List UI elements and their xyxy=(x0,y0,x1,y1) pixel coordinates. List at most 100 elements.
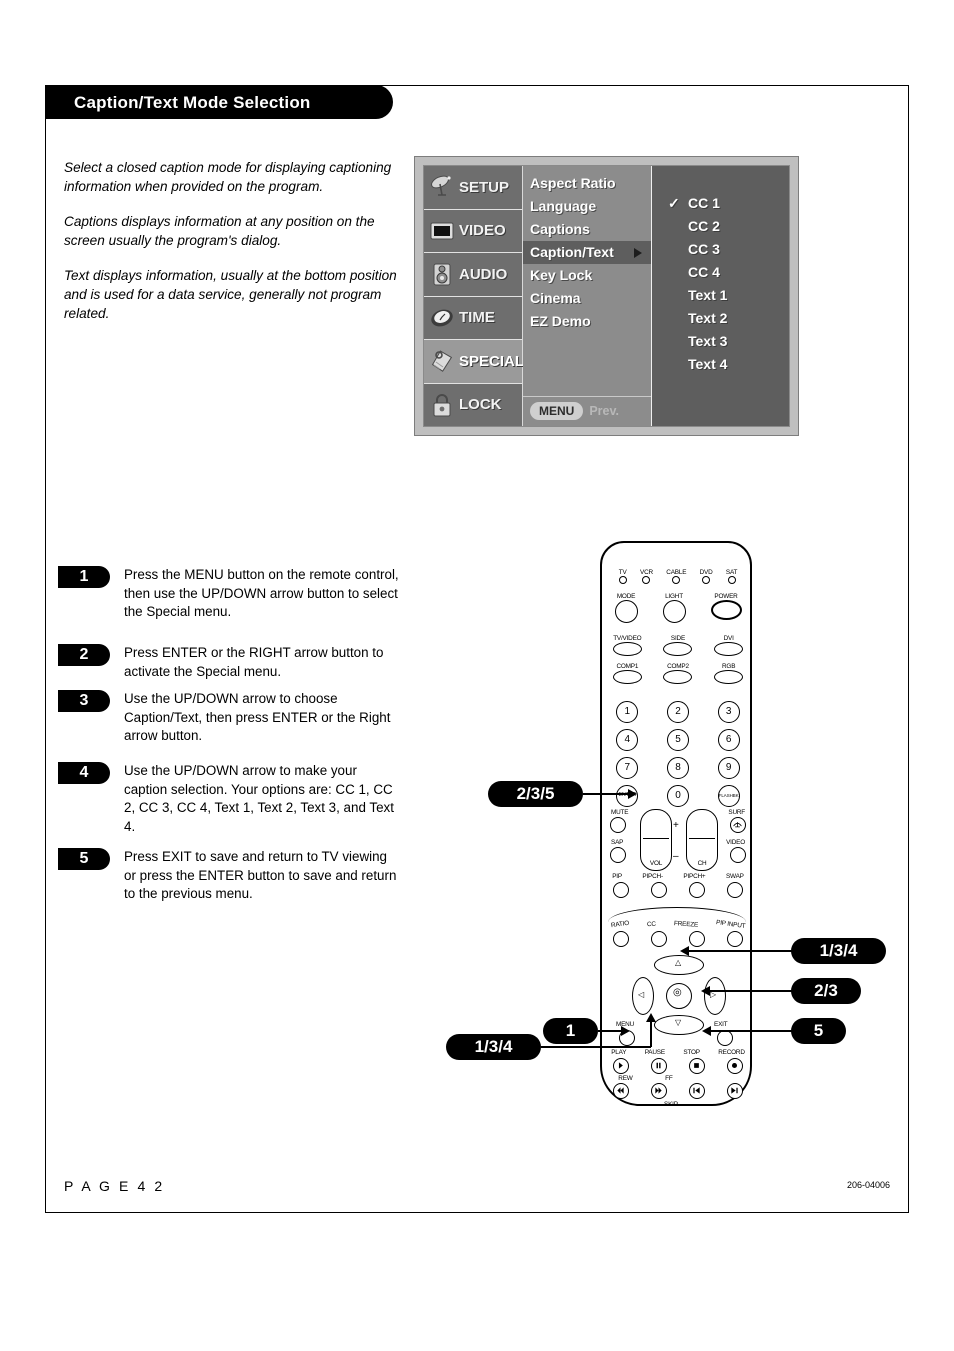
remote-key-7[interactable]: 7 xyxy=(616,757,639,779)
remote-button-pause[interactable] xyxy=(651,1058,667,1074)
tag-icon xyxy=(429,348,455,374)
remote-button-rgb[interactable]: RGB xyxy=(714,663,744,684)
remote-button-cc[interactable] xyxy=(651,931,667,947)
osd-sidebar-item-video[interactable]: VIDEO xyxy=(424,210,522,253)
remote-key-1[interactable]: 1 xyxy=(616,701,639,723)
osd-menu-item-aspect-ratio[interactable]: Aspect Ratio xyxy=(523,172,651,195)
osd-submenu-item-cc2[interactable]: CC 2 xyxy=(652,215,789,238)
osd-menu-item-captions[interactable]: Captions xyxy=(523,218,651,241)
remote-key-8[interactable]: 8 xyxy=(666,757,689,779)
osd-menu-button[interactable]: MENU xyxy=(530,402,584,420)
remote-button-pip-input[interactable] xyxy=(727,931,743,947)
osd-submenu-item-text2[interactable]: Text 2 xyxy=(652,307,789,330)
remote-button-swap[interactable] xyxy=(727,882,743,898)
remote-button-skip-back[interactable] xyxy=(689,1083,705,1099)
remote-key-4[interactable]: 4 xyxy=(616,729,639,751)
remote-button-pipch-down[interactable] xyxy=(651,882,667,898)
remote-button-rew[interactable] xyxy=(613,1083,629,1099)
remote-key-9[interactable]: 9 xyxy=(717,757,740,779)
remote-nav-up[interactable]: △ xyxy=(654,955,704,975)
remote-nav-down[interactable]: ▽ xyxy=(654,1015,704,1035)
remote-button-label: PIPCH- xyxy=(642,873,663,880)
remote-button-exit[interactable] xyxy=(717,1030,733,1046)
button-shape xyxy=(663,670,693,684)
osd-submenu-item-cc1[interactable]: ✓ CC 1 xyxy=(652,192,789,215)
callout-leader xyxy=(583,793,631,795)
remote-button-dvi[interactable]: DVI xyxy=(714,635,744,656)
osd-menu-item-caption-text[interactable]: Caption/Text xyxy=(523,241,651,264)
remote-button-stop[interactable] xyxy=(689,1058,705,1074)
osd-menu-item-key-lock[interactable]: Key Lock xyxy=(523,264,651,287)
remote-key-2[interactable]: 2 xyxy=(666,701,689,723)
remote-control-diagram: TV VCR CABLE DVD SAT MODE LIGHT POWER TV… xyxy=(586,541,766,1108)
remote-button-side[interactable]: SIDE xyxy=(663,635,693,656)
remote-button-label: PIPCH+ xyxy=(683,873,706,880)
remote-button-pip[interactable] xyxy=(613,882,629,898)
remote-key-3[interactable]: 3 xyxy=(717,701,740,723)
remote-led-vcr: VCR xyxy=(640,569,653,584)
osd-sidebar-label: LOCK xyxy=(459,396,502,414)
osd-submenu-column: ✓ CC 1 CC 2 CC 3 CC 4 Text 1 Text 2 Text… xyxy=(652,166,789,426)
osd-sidebar-item-audio[interactable]: AUDIO xyxy=(424,253,522,297)
remote-button-label: FF xyxy=(665,1075,673,1082)
remote-nav-right[interactable]: ▷ xyxy=(704,977,726,1015)
remote-rocker-minus: – xyxy=(673,851,679,862)
osd-footer: MENU Prev. xyxy=(523,396,651,420)
remote-key-6[interactable]: 6 xyxy=(717,729,740,751)
remote-button-video[interactable] xyxy=(730,847,746,863)
remote-button-comp1[interactable]: COMP1 xyxy=(612,663,642,684)
arrow-left-icon xyxy=(701,986,710,996)
button-shape xyxy=(612,642,642,656)
osd-sidebar-item-setup[interactable]: SETUP xyxy=(424,166,522,210)
remote-nav-ok[interactable]: ◎ xyxy=(666,983,692,1009)
osd-submenu-item-cc4[interactable]: CC 4 xyxy=(652,261,789,284)
remote-button-label: SAP xyxy=(611,839,624,846)
button-shape xyxy=(663,642,693,656)
callout-leader xyxy=(650,1021,652,1047)
remote-button-mode[interactable]: MODE xyxy=(614,593,638,623)
osd-submenu-item-cc3[interactable]: CC 3 xyxy=(652,238,789,261)
callout-leader xyxy=(541,1046,651,1048)
remote-button-pipch-up[interactable] xyxy=(689,882,705,898)
osd-submenu-item-text4[interactable]: Text 4 xyxy=(652,353,789,376)
remote-key-flashbk[interactable]: FLASHBK xyxy=(717,785,740,807)
remote-button-label: POWER xyxy=(714,593,738,600)
remote-rocker-vol[interactable]: VOL xyxy=(640,809,672,871)
remote-nav-left[interactable]: ◁ xyxy=(632,977,654,1015)
remote-button-play[interactable] xyxy=(613,1058,629,1074)
remote-button-tv-video[interactable]: TV/VIDEO xyxy=(612,635,642,656)
remote-button-comp2[interactable]: COMP2 xyxy=(663,663,693,684)
callout-menu: 1 xyxy=(543,1018,598,1044)
remote-key-0[interactable]: 0 xyxy=(666,785,689,807)
osd-sidebar-item-time[interactable]: TIME xyxy=(424,297,522,340)
osd-menu-item-language[interactable]: Language xyxy=(523,195,651,218)
osd-menu-item-cinema[interactable]: Cinema xyxy=(523,287,651,310)
remote-button-power[interactable]: POWER xyxy=(710,593,742,623)
remote-led-label: TV xyxy=(618,569,627,576)
osd-sidebar-label: VIDEO xyxy=(459,222,506,240)
led-indicator-icon xyxy=(702,576,711,584)
remote-key-5[interactable]: 5 xyxy=(666,729,689,751)
osd-submenu-item-text1[interactable]: Text 1 xyxy=(652,284,789,307)
remote-button-record[interactable] xyxy=(727,1058,743,1074)
remote-button-label: COMP1 xyxy=(616,663,639,670)
arrow-left-icon xyxy=(702,1026,711,1036)
osd-menu-item-ez-demo[interactable]: EZ Demo xyxy=(523,310,651,333)
remote-button-surf[interactable] xyxy=(730,817,746,833)
remote-button-light[interactable]: LIGHT xyxy=(662,593,686,623)
remote-button-sap[interactable] xyxy=(610,847,626,863)
remote-button-ratio[interactable] xyxy=(613,931,629,947)
padlock-icon xyxy=(429,392,455,418)
osd-sidebar-label: TIME xyxy=(459,309,495,327)
remote-button-ff[interactable] xyxy=(651,1083,667,1099)
remote-rocker-label: CH xyxy=(697,860,707,867)
ok-dot-icon: ◎ xyxy=(673,987,682,998)
osd-sidebar-item-lock[interactable]: LOCK xyxy=(424,384,522,427)
osd-submenu-item-text3[interactable]: Text 3 xyxy=(652,330,789,353)
remote-button-freeze[interactable] xyxy=(689,931,705,947)
osd-sidebar-item-special[interactable]: SPECIAL xyxy=(424,340,524,384)
remote-button-skip-fwd[interactable] xyxy=(727,1083,743,1099)
remote-button-mute[interactable] xyxy=(610,817,626,833)
remote-rocker-plus: + xyxy=(673,820,679,831)
remote-rocker-ch[interactable]: CH xyxy=(686,809,718,871)
